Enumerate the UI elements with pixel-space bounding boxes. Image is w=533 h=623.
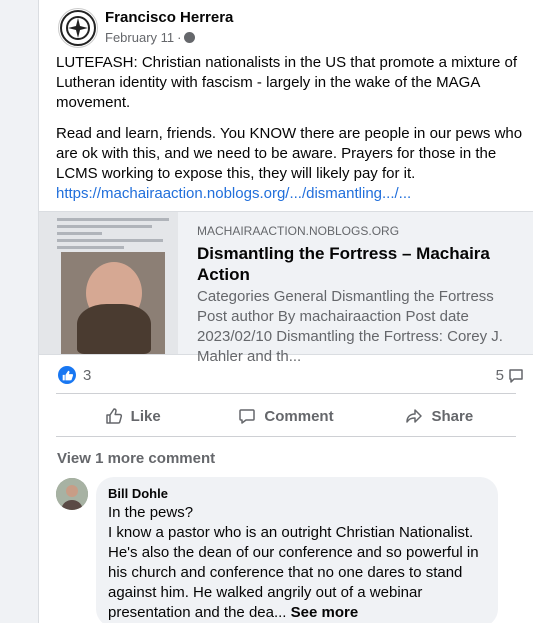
post-meta: February 11 · — [105, 30, 196, 45]
comment-bubble: Bill Dohle In the pews? I know a pastor … — [96, 477, 498, 623]
link-preview[interactable]: MACHAIRAACTION.NOBLOGS.ORG Dismantling t… — [39, 211, 533, 365]
thumbnail-beard — [77, 304, 151, 354]
like-label: Like — [130, 407, 161, 425]
share-arrow-icon — [406, 409, 423, 423]
preview-description: Categories General Dismantling the Fortr… — [197, 288, 503, 365]
post-card: Francisco Herrera February 11 · LUTEFASH… — [38, 0, 533, 623]
see-more-link[interactable]: See more — [291, 604, 359, 621]
comment-text: In the pews? I know a pastor who is an o… — [108, 503, 493, 623]
comment-icon — [239, 409, 256, 424]
reaction-summary[interactable]: 3 — [58, 366, 91, 384]
thumbs-up-icon — [105, 408, 122, 424]
action-bar: Like Comment Share — [56, 398, 516, 434]
post-link[interactable]: https://machairaaction.noblogs.org/.../d… — [56, 184, 526, 204]
post-author[interactable]: Francisco Herrera — [105, 9, 233, 26]
thumbnail-text-lines — [57, 218, 169, 253]
like-button[interactable]: Like — [56, 398, 209, 434]
divider — [56, 393, 516, 394]
post-date[interactable]: February 11 — [105, 30, 174, 45]
commenter-avatar[interactable] — [56, 478, 88, 510]
luther-rose-icon — [60, 10, 96, 46]
comment-count-link[interactable]: 5 — [496, 367, 524, 384]
comment-author[interactable]: Bill Dohle — [108, 486, 168, 501]
post-body: LUTEFASH: Christian nationalists in the … — [56, 53, 526, 204]
author-avatar[interactable] — [58, 8, 98, 48]
view-more-comments[interactable]: View 1 more comment — [57, 450, 215, 467]
preview-domain: MACHAIRAACTION.NOBLOGS.ORG — [197, 224, 400, 238]
comment-button[interactable]: Comment — [209, 398, 362, 434]
speech-bubble-icon — [509, 368, 523, 383]
globe-icon — [184, 32, 196, 43]
post-paragraph-2: Read and learn, friends. You KNOW there … — [56, 125, 523, 182]
preview-thumbnail — [39, 212, 178, 354]
share-button[interactable]: Share — [363, 398, 516, 434]
comment-label: Comment — [264, 407, 334, 425]
meta-separator: · — [177, 30, 182, 45]
person-photo-icon — [56, 478, 88, 510]
comment-count: 5 — [495, 367, 504, 384]
share-label: Share — [431, 407, 474, 425]
reaction-count: 3 — [83, 366, 92, 384]
preview-title[interactable]: Dismantling the Fortress – Machaira Acti… — [197, 243, 527, 285]
divider — [56, 436, 516, 437]
post-paragraph-1: LUTEFASH: Christian nationalists in the … — [56, 54, 518, 111]
like-reaction-icon — [58, 366, 76, 384]
